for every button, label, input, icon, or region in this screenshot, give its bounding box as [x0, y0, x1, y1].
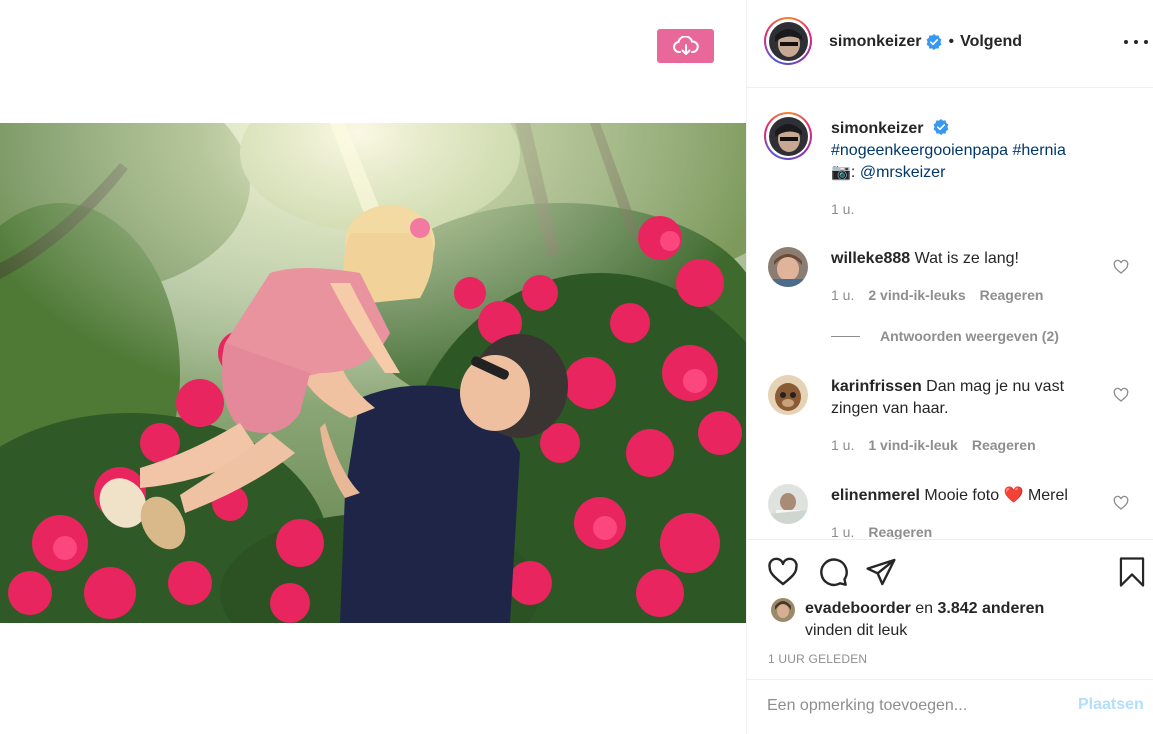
comments-list[interactable]: simonkeizer #nogeenkeergooienpapa #herni…: [747, 88, 1153, 539]
caption-username[interactable]: simonkeizer: [831, 120, 923, 137]
reply-button[interactable]: Reageren: [868, 521, 932, 539]
following-button[interactable]: Volgend: [960, 33, 1022, 51]
media-area: [0, 0, 746, 734]
post-caption: simonkeizer #nogeenkeergooienpapa #herni…: [831, 118, 1131, 220]
red-heart-icon: ❤️: [1003, 487, 1024, 504]
comment-item: karinfrissen Dan mag je nu vast zingen v…: [831, 376, 1101, 456]
likes-connector: en: [915, 600, 934, 617]
view-replies-button[interactable]: Antwoorden weergeven (2): [831, 328, 1059, 344]
comment-time[interactable]: 1 u.: [831, 284, 854, 306]
replies-divider: [831, 335, 860, 337]
comment-body: Mooie foto: [924, 487, 1000, 504]
comment-input[interactable]: [767, 694, 1067, 718]
author-username[interactable]: simonkeizer: [829, 33, 921, 51]
comment-body-end: Merel: [1027, 487, 1068, 504]
caption-meta: 1 u.: [831, 198, 1131, 220]
post-header: simonkeizer • Volgend: [747, 0, 1153, 88]
commenter-avatar[interactable]: [768, 484, 808, 524]
comment-time[interactable]: 1 u.: [831, 434, 854, 456]
like-comment-icon[interactable]: [1113, 495, 1129, 511]
verified-badge-icon: [933, 119, 949, 135]
comment-username[interactable]: karinfrissen: [831, 378, 922, 395]
comment-likes[interactable]: 1 vind-ik-leuk: [868, 434, 957, 456]
caption-mention[interactable]: @mrskeizer: [860, 164, 946, 181]
post-photo[interactable]: [0, 123, 746, 623]
more-options-icon[interactable]: [1124, 32, 1148, 52]
likes-suffix: vinden dit leuk: [805, 622, 908, 639]
caption-avatar[interactable]: [764, 112, 812, 160]
comment-icon[interactable]: [817, 556, 849, 588]
comment-item: elinenmerel Mooie foto ❤️ Merel 1 u. Rea…: [831, 485, 1101, 539]
author-avatar[interactable]: [764, 17, 812, 65]
camera-icon: 📷: [831, 164, 851, 181]
verified-badge-icon: [927, 34, 942, 50]
comment-meta: 1 u. 2 vind-ik-leuks Reageren: [831, 284, 1101, 306]
liker-avatar[interactable]: [771, 598, 795, 622]
post-actions: evadeboorder en 3.842 anderen vinden dit…: [747, 539, 1153, 679]
comment-meta: 1 u. Reageren: [831, 521, 1101, 539]
liker-username[interactable]: evadeboorder: [805, 600, 911, 617]
post-timestamp[interactable]: 1 UUR GELEDEN: [768, 652, 867, 666]
post-comment-button[interactable]: Plaatsen: [1078, 696, 1144, 714]
caption-credit-prefix: :: [850, 164, 856, 181]
comment-body: Dan mag je nu vast: [926, 378, 1065, 395]
like-comment-icon[interactable]: [1113, 387, 1129, 403]
comment-body: Wat is ze lang!: [914, 250, 1019, 267]
header-separator: •: [948, 33, 955, 50]
view-replies-label: Antwoorden weergeven (2): [880, 328, 1059, 344]
commenter-avatar[interactable]: [768, 247, 808, 287]
caption-time[interactable]: 1 u.: [831, 198, 854, 220]
likes-count[interactable]: 3.842 anderen: [938, 600, 1045, 617]
like-comment-icon[interactable]: [1113, 259, 1129, 275]
cloud-download-icon: [672, 36, 699, 55]
comment-likes[interactable]: 2 vind-ik-leuks: [868, 284, 965, 306]
share-icon[interactable]: [865, 556, 897, 588]
likes-summary: evadeboorder en 3.842 anderen vinden dit…: [805, 598, 1044, 642]
comment-time[interactable]: 1 u.: [831, 521, 854, 539]
comment-item: willeke888 Wat is ze lang! 1 u. 2 vind-i…: [831, 248, 1101, 306]
heart-icon[interactable]: [767, 556, 799, 588]
comment-username[interactable]: elinenmerel: [831, 487, 920, 504]
caption-hashtags[interactable]: #nogeenkeergooienpapa #hernia: [831, 142, 1066, 159]
reply-button[interactable]: Reageren: [980, 284, 1044, 306]
comment-body-continued: zingen van haar.: [831, 400, 949, 417]
add-comment-bar: Plaatsen: [747, 679, 1153, 734]
comment-meta: 1 u. 1 vind-ik-leuk Reageren: [831, 434, 1101, 456]
comment-username[interactable]: willeke888: [831, 250, 910, 267]
header-user-line: simonkeizer • Volgend: [829, 33, 1022, 51]
commenter-avatar[interactable]: [768, 375, 808, 415]
bookmark-icon[interactable]: [1117, 556, 1147, 588]
download-button[interactable]: [657, 29, 714, 63]
reply-button[interactable]: Reageren: [972, 434, 1036, 456]
post-sidebar: simonkeizer • Volgend simonkeizer #nogee…: [746, 0, 1153, 734]
